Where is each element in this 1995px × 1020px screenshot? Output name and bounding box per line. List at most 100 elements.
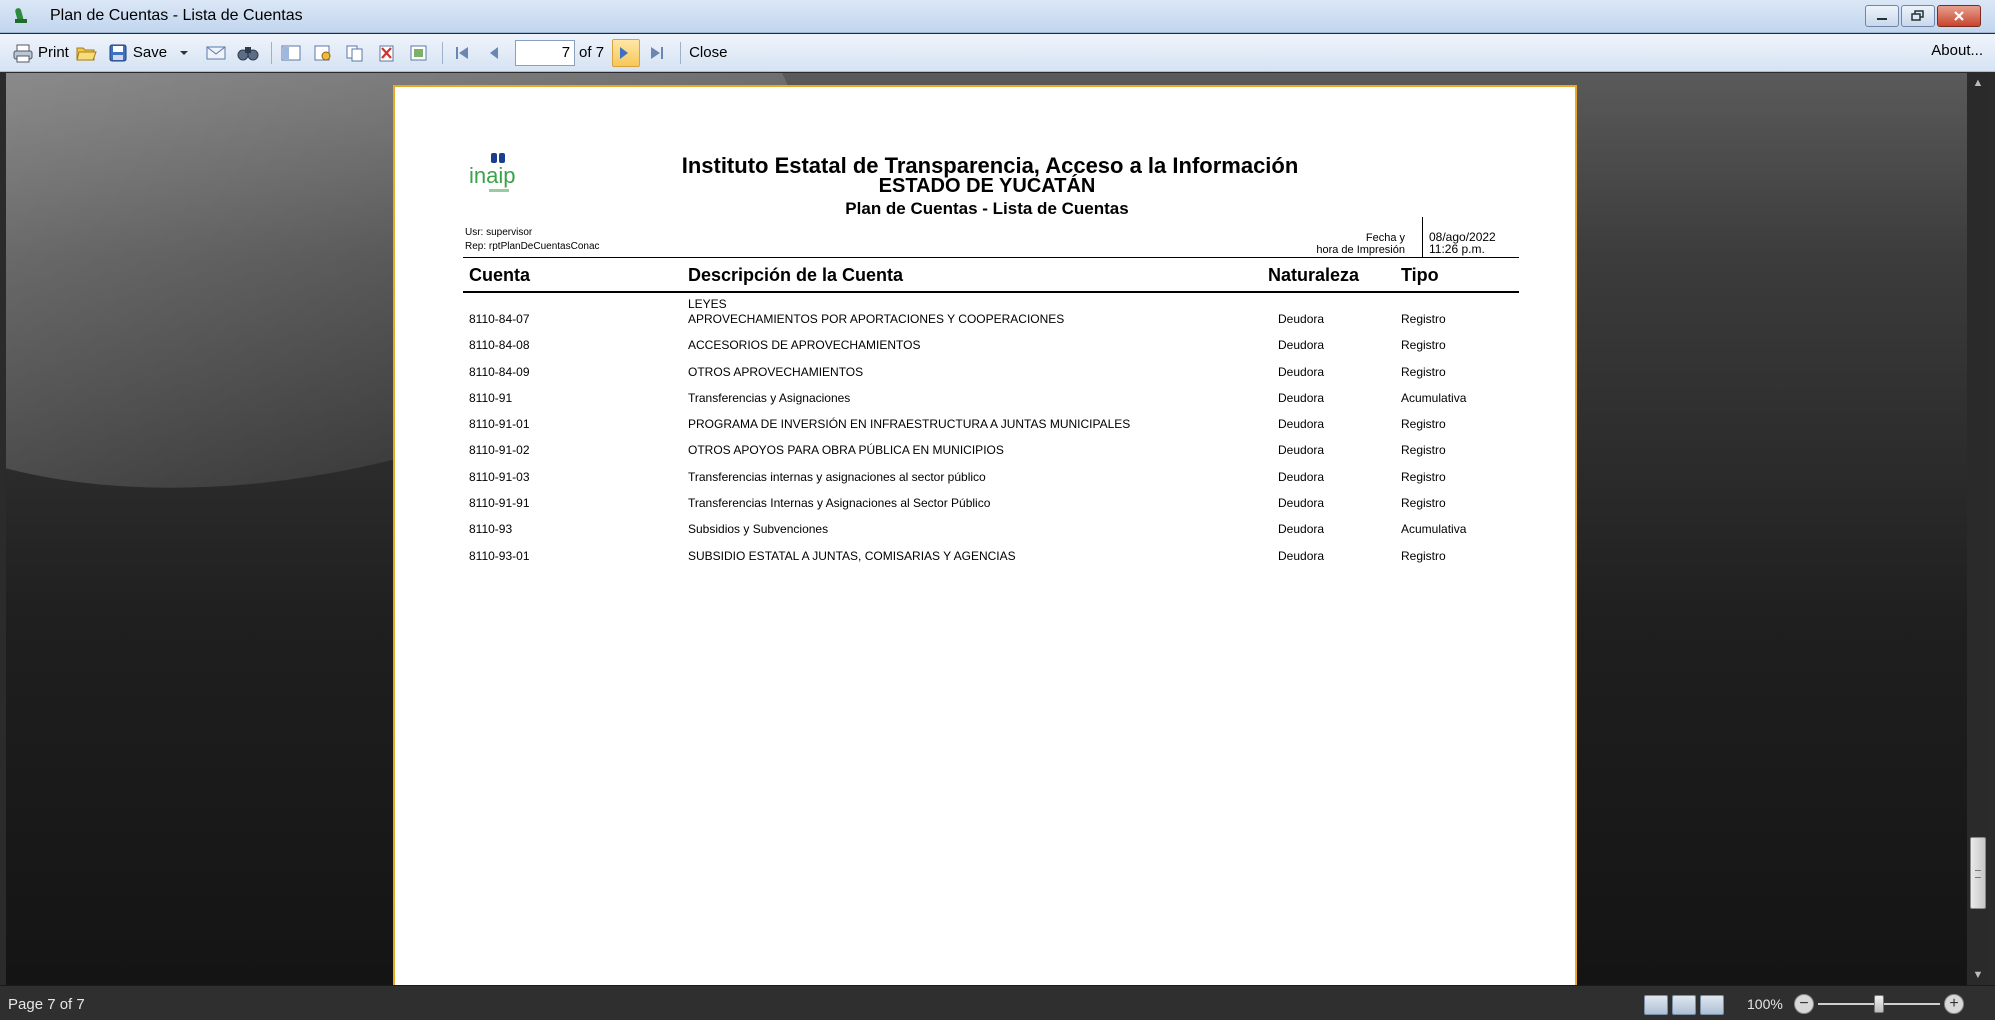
- print-button[interactable]: Print: [12, 39, 69, 67]
- first-page-button[interactable]: [451, 39, 477, 67]
- row-cuenta: 8110-91-91: [469, 496, 530, 510]
- table-row: 8110-91-01 PROGRAMA DE INVERSIÓN EN INFR…: [395, 417, 1579, 443]
- page-status: Page 7 of 7: [8, 996, 85, 1013]
- open-button[interactable]: [75, 39, 101, 67]
- column-header-tipo: Tipo: [1401, 265, 1439, 285]
- print-label: Print: [38, 44, 69, 61]
- row-tipo: Registro: [1401, 338, 1446, 352]
- last-page-button[interactable]: [646, 39, 672, 67]
- zoom-slider-thumb[interactable]: [1874, 995, 1884, 1013]
- next-page-button[interactable]: [612, 38, 641, 67]
- scroll-up-arrow-icon[interactable]: ▲: [1967, 73, 1989, 93]
- save-button[interactable]: Save: [107, 39, 167, 67]
- row-tipo: Registro: [1401, 443, 1446, 457]
- header-divider: [463, 257, 1519, 258]
- row-cuenta: 8110-93-01: [469, 549, 530, 563]
- row-naturaleza: Deudora: [1278, 365, 1325, 379]
- zoom-out-icon[interactable]: −: [1794, 994, 1814, 1014]
- column-header-naturaleza: Naturaleza: [1268, 265, 1360, 285]
- page-total-label: of 7: [579, 44, 605, 61]
- full-page-view-button[interactable]: [1672, 995, 1696, 1015]
- row-naturaleza: Deudora: [1278, 312, 1325, 326]
- report-page: inaip Instituto Estatal de Transparencia…: [393, 85, 1577, 985]
- toolbar-separator: [680, 41, 682, 64]
- print-time-label: hora de Impresión: [1316, 244, 1405, 256]
- table-row: 8110-93 Subsidios y Subvenciones Deudora…: [395, 522, 1579, 548]
- save-label: Save: [132, 44, 168, 61]
- row-cuenta: 8110-93: [469, 522, 513, 536]
- row-description: LEYES: [688, 297, 727, 311]
- page-setup-button[interactable]: [408, 39, 434, 67]
- title-bar: Plan de Cuentas - Lista de Cuentas: [0, 0, 1995, 33]
- page-setup-icon: [408, 42, 430, 64]
- row-naturaleza: Deudora: [1278, 417, 1325, 431]
- column-header-descripcion: Descripción de la Cuenta: [688, 265, 904, 285]
- window-title: Plan de Cuentas - Lista de Cuentas: [50, 7, 303, 24]
- scroll-down-arrow-icon[interactable]: ▼: [1967, 965, 1989, 985]
- row-naturaleza: Deudora: [1278, 470, 1325, 484]
- row-description: Transferencias Internas y Asignaciones a…: [688, 496, 991, 510]
- table-row: 8110-84-07 APROVECHAMIENTOS POR APORTACI…: [395, 312, 1579, 338]
- zoom-in-icon[interactable]: +: [1944, 994, 1964, 1014]
- zoom-level: 100%: [1747, 996, 1783, 1012]
- minimize-button[interactable]: [1865, 5, 1899, 27]
- email-button[interactable]: [205, 39, 231, 67]
- page-number-input[interactable]: [515, 39, 576, 66]
- table-row: 8110-91-03 Transferencias internas y asi…: [395, 470, 1579, 496]
- chevron-down-icon: [173, 42, 195, 64]
- group-tree-button[interactable]: [280, 39, 306, 67]
- row-naturaleza: Deudora: [1278, 391, 1325, 405]
- restore-button[interactable]: [1901, 5, 1935, 27]
- close-window-button[interactable]: [1937, 5, 1981, 27]
- row-tipo: Registro: [1401, 312, 1446, 326]
- status-bar: Page 7 of 7 100% − +: [0, 985, 1995, 1020]
- envelope-icon: [205, 42, 227, 64]
- next-page-icon: [613, 42, 635, 64]
- row-description: SUBSIDIO ESTATAL A JUNTAS, COMISARIAS Y …: [688, 549, 1016, 563]
- parameters-button[interactable]: [312, 39, 338, 67]
- scroll-thumb[interactable]: [1970, 837, 1986, 909]
- table-row: 8110-84-09 OTROS APROVECHAMIENTOS Deudor…: [395, 365, 1579, 391]
- find-button[interactable]: [237, 39, 263, 67]
- meta-divider: [1422, 217, 1423, 257]
- report-viewport[interactable]: inaip Instituto Estatal de Transparencia…: [6, 73, 1967, 985]
- previous-page-button[interactable]: [483, 39, 509, 67]
- copy-button[interactable]: [344, 39, 370, 67]
- table-row: 8110-93-01 SUBSIDIO ESTATAL A JUNTAS, CO…: [395, 549, 1579, 575]
- report-title-state: ESTADO DE YUCATÁN: [878, 175, 1096, 197]
- single-page-view-button[interactable]: [1644, 995, 1668, 1015]
- last-page-icon: [646, 42, 668, 64]
- row-naturaleza: Deudora: [1278, 338, 1325, 352]
- row-cuenta: 8110-91: [469, 391, 513, 405]
- delete-button[interactable]: [376, 39, 402, 67]
- binoculars-icon: [237, 42, 259, 64]
- row-tipo: Registro: [1401, 417, 1446, 431]
- vertical-scrollbar[interactable]: ▲ ▼: [1967, 73, 1989, 985]
- row-cuenta: 8110-84-08: [469, 338, 530, 352]
- about-link[interactable]: About...: [1931, 42, 1983, 59]
- delete-page-icon: [376, 42, 398, 64]
- row-tipo: Registro: [1401, 496, 1446, 510]
- row-cuenta: 8110-84-09: [469, 365, 530, 379]
- printer-icon: [12, 42, 34, 64]
- table-row: 8110-91-91 Transferencias Internas y Asi…: [395, 496, 1579, 522]
- window-controls: [1865, 5, 1981, 27]
- first-page-icon: [451, 42, 473, 64]
- toolbar-separator: [271, 41, 273, 64]
- parameters-icon: [312, 42, 334, 64]
- print-date-label: Fecha y: [1365, 232, 1405, 244]
- report-name: Rep: rptPlanDeCuentasConac: [465, 241, 600, 252]
- table-row: 8110-91 Transferencias y Asignaciones De…: [395, 391, 1579, 417]
- column-header-divider: [463, 291, 1519, 293]
- app-icon: [12, 7, 30, 25]
- row-cuenta: 8110-91-02: [469, 443, 530, 457]
- save-dropdown-button[interactable]: [173, 39, 199, 67]
- row-tipo: Acumulativa: [1401, 391, 1467, 405]
- close-report-button[interactable]: Close: [689, 39, 727, 67]
- row-description: APROVECHAMIENTOS POR APORTACIONES Y COOP…: [688, 312, 1065, 326]
- row-naturaleza: Deudora: [1278, 522, 1325, 536]
- continuous-view-button[interactable]: [1700, 995, 1724, 1015]
- report-subtitle: Plan de Cuentas - Lista de Cuentas: [845, 199, 1129, 218]
- previous-page-icon: [483, 42, 505, 64]
- row-tipo: Registro: [1401, 470, 1446, 484]
